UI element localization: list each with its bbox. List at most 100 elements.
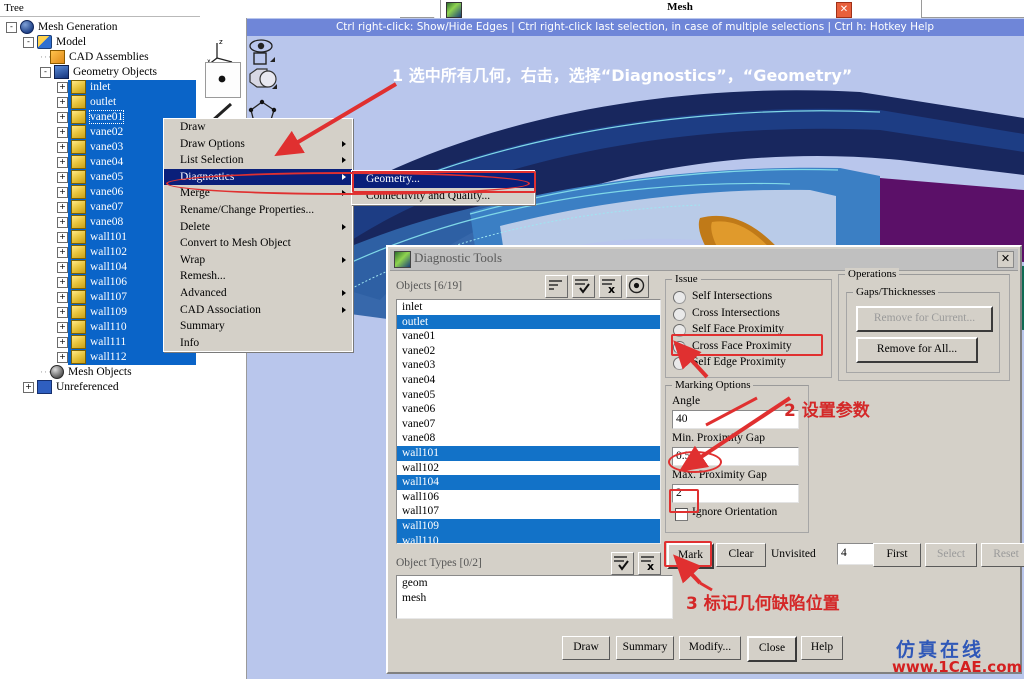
object-list-item[interactable]: vane06 (397, 402, 660, 417)
tree-item-geometry-objects[interactable]: - Geometry Objects (40, 64, 157, 80)
select-button[interactable]: Select (925, 543, 977, 567)
menu-item-draw-options[interactable]: Draw Options (164, 136, 352, 153)
object-list-item[interactable]: wall107 (397, 504, 660, 519)
reset-button[interactable]: Reset (981, 543, 1024, 567)
angle-input[interactable]: 40 (672, 410, 799, 429)
menu-item-convert-to-mesh-object[interactable]: Convert to Mesh Object (164, 235, 352, 252)
tree-item-vane03[interactable]: + vane03 (57, 139, 124, 155)
menu-item-cad-association[interactable]: CAD Association (164, 302, 352, 319)
radio-self-intersections[interactable] (673, 291, 686, 304)
object-list-item[interactable]: wall101 (397, 445, 660, 461)
menu-item-rename-change-properties[interactable]: Rename/Change Properties... (164, 202, 352, 219)
tree-item-mesh-objects[interactable]: ··· Mesh Objects (40, 364, 132, 380)
tree-item-wall101[interactable]: + wall101 (57, 229, 128, 245)
tree-expander-icon[interactable]: + (57, 337, 68, 348)
tree-item-wall102[interactable]: + wall102 (57, 244, 128, 260)
object-types-list[interactable]: geom mesh (396, 575, 673, 619)
tree-item-vane06[interactable]: + vane06 (57, 184, 124, 200)
menu-item-info[interactable]: Info (164, 335, 352, 352)
tree-expander-icon[interactable]: + (57, 277, 68, 288)
tree-item-cad-assemblies[interactable]: ··· CAD Assemblies (40, 49, 149, 65)
close-button[interactable]: Close (747, 636, 797, 662)
tree-item-wall110[interactable]: + wall110 (57, 319, 127, 335)
objects-list[interactable]: inlet outlet vane01 vane02 vane03 vane04 vane0… (396, 299, 661, 544)
tree-item-wall112[interactable]: + wall112 (57, 349, 127, 365)
object-type-item[interactable]: mesh (397, 591, 672, 606)
dialog-close-icon[interactable]: ✕ (997, 251, 1014, 268)
modify-button[interactable]: Modify... (679, 636, 741, 660)
tree-expander-icon[interactable]: + (57, 247, 68, 258)
menu-item-delete[interactable]: Delete (164, 219, 352, 236)
point-select-icon[interactable] (205, 62, 241, 98)
menu-item-summary[interactable]: Summary (164, 318, 352, 335)
object-types-select-all-icon[interactable] (611, 552, 634, 575)
object-list-item[interactable]: wall104 (397, 475, 660, 490)
object-list-item[interactable]: wall110 (397, 533, 660, 543)
tree-item-inlet[interactable]: + inlet (57, 79, 111, 95)
tree-item-wall106[interactable]: + wall106 (57, 274, 128, 290)
menu-item-draw[interactable]: Draw (164, 119, 352, 136)
deselect-all-icon[interactable]: x (599, 275, 622, 298)
solid-bodies-icon[interactable] (246, 62, 280, 96)
clear-button[interactable]: Clear (716, 543, 766, 567)
remove-for-all-button[interactable]: Remove for All... (856, 337, 978, 363)
object-list-item[interactable]: vane01 (397, 329, 660, 344)
tree-expander-icon[interactable]: + (57, 82, 68, 93)
object-list-item[interactable]: inlet (397, 300, 660, 315)
object-list-item[interactable]: vane02 (397, 344, 660, 359)
tree-item-wall107[interactable]: + wall107 (57, 289, 128, 305)
radio-cross-intersections[interactable] (673, 307, 686, 321)
remove-for-current-button[interactable]: Remove for Current... (856, 306, 993, 332)
display-target-icon[interactable] (626, 275, 649, 298)
tree-item-wall104[interactable]: + wall104 (57, 259, 128, 275)
object-list-item[interactable]: vane08 (397, 431, 660, 446)
tree-expander-icon[interactable]: + (57, 352, 68, 363)
tree-expander-icon[interactable]: + (57, 142, 68, 153)
close-icon[interactable]: ✕ (836, 2, 852, 18)
context-menu[interactable]: Draw Draw Options List Selection Diagnostic… (163, 118, 353, 353)
object-list-item[interactable]: vane03 (397, 358, 660, 373)
tree-expander-icon[interactable]: + (57, 322, 68, 333)
tree-expander-icon[interactable]: + (57, 217, 68, 228)
draw-button[interactable]: Draw (562, 636, 610, 660)
object-type-item[interactable]: geom (397, 576, 672, 591)
tree-item-vane08[interactable]: + vane08 (57, 214, 124, 230)
tree-expander-icon[interactable]: - (23, 37, 34, 48)
tree-expander-icon[interactable]: + (57, 307, 68, 318)
tree-expander-icon[interactable]: + (57, 112, 68, 123)
object-list-item[interactable]: outlet (397, 314, 660, 330)
object-list-item[interactable]: wall102 (397, 461, 660, 476)
tree-expander-icon[interactable]: + (57, 97, 68, 108)
tree-item-outlet[interactable]: + outlet (57, 94, 117, 110)
first-button[interactable]: First (873, 543, 921, 567)
list-rows-icon[interactable] (545, 275, 568, 298)
object-list-item[interactable]: wall106 (397, 490, 660, 505)
tree-expander-icon[interactable]: + (57, 157, 68, 168)
tree-expander-icon[interactable]: + (57, 127, 68, 138)
tree-item-model[interactable]: - Model (23, 34, 86, 50)
tree-expander-icon[interactable]: - (6, 22, 17, 33)
tree-item-wall111[interactable]: + wall111 (57, 334, 127, 350)
tree-item-vane02[interactable]: + vane02 (57, 124, 124, 140)
tree-item-vane01[interactable]: + vane01 (57, 109, 125, 125)
tree-expander-icon[interactable]: + (57, 262, 68, 273)
tree-expander-icon[interactable]: - (40, 67, 51, 78)
summary-button[interactable]: Summary (616, 636, 674, 660)
object-list-item[interactable]: wall109 (397, 518, 660, 534)
object-list-item[interactable]: vane05 (397, 388, 660, 403)
tree-expander-icon[interactable]: + (57, 292, 68, 303)
tree-item-mesh-generation[interactable]: - Mesh Generation (6, 19, 118, 35)
tree-expander-icon[interactable]: + (57, 172, 68, 183)
menu-item-advanced[interactable]: Advanced (164, 285, 352, 302)
object-types-deselect-all-icon[interactable]: x (638, 552, 661, 575)
tree-item-vane07[interactable]: + vane07 (57, 199, 124, 215)
object-list-item[interactable]: vane07 (397, 417, 660, 432)
tree-item-vane04[interactable]: + vane04 (57, 154, 124, 170)
select-all-icon[interactable] (572, 275, 595, 298)
menu-item-wrap[interactable]: Wrap (164, 252, 352, 269)
help-button[interactable]: Help (801, 636, 843, 660)
menu-item-remesh[interactable]: Remesh... (164, 268, 352, 285)
menu-item-list-selection[interactable]: List Selection (164, 152, 352, 169)
tree-expander-icon[interactable]: + (57, 202, 68, 213)
tree-item-wall109[interactable]: + wall109 (57, 304, 128, 320)
